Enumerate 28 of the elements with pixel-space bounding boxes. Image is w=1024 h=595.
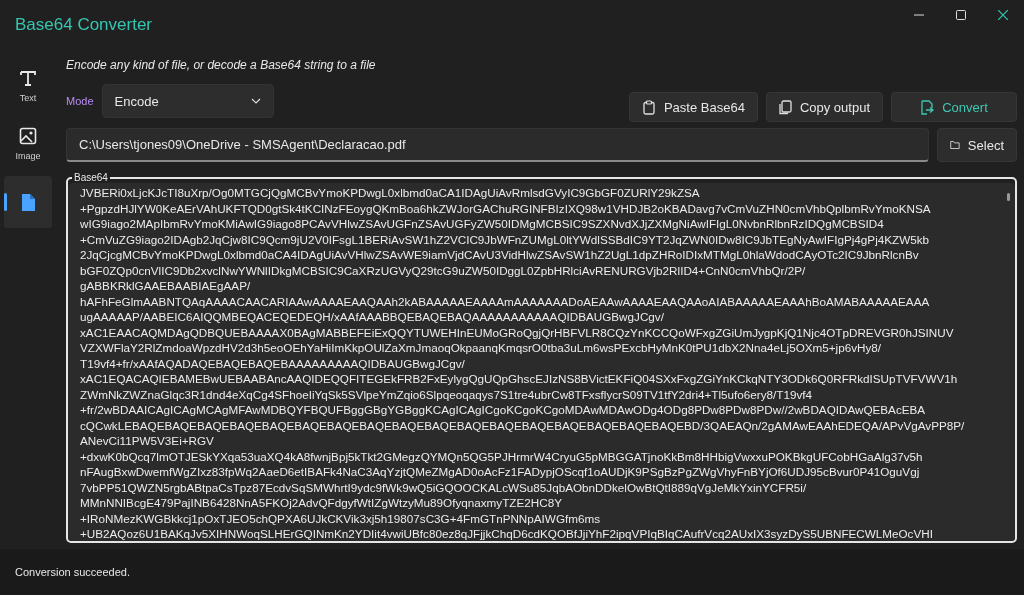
window-title: Base64 Converter bbox=[15, 15, 154, 35]
convert-icon bbox=[920, 99, 935, 115]
copy-button[interactable]: Copy output bbox=[765, 92, 883, 122]
maximize-icon[interactable] bbox=[956, 10, 966, 20]
chevron-icon bbox=[250, 98, 261, 104]
nav-item[interactable] bbox=[4, 176, 52, 228]
base64-output-field[interactable]: JVBERi0xLjcKJcTI8uXrp/Og0MTGCjQgMCBvYmoKPDwgL0xlbmd0aCA1IDAgUiAvRmlsdGVyIC9GbGF0ZURlY29kZSA +PgpzdHJlYW0KeAErVAhUKFTQD0gtSk4tKCINzFEoygQKmBoa6hkZWJorGAChuRGINFBIzIXQ98w1VHDJB2oKBADavg7vCmVuZHN0cmVhbQplbmRvYmoKNSA wIG9iago2MApIbmRvYmoKMiAwIG9iago8PCAvVHlwZSAvUGFnZSAvUGFyZW50IDMgMCBSIC9SZXNvdXJjZXMgNiAwIFIgL0NvbnRlbnRzIDQgMCBSID4 +CmVuZG9iago2IDAgb2JqCjw8IC9Qcm9jU2V0IFsgL1BERiAvSW1hZ2VCIC9JbWFnZUMgL0ltYWdlSSBdIC9YT2JqZWN0IDw8IC9JbTEgNyAwIFIgPj4gPj4KZW5kb 2JqCjcgMCBvYmoKPDwgL0xlbmd0aCA4IDAgUiAvVHlwZSAvWE9iamVjdCAvU3VidHlwZSAvSW1hZ2UgL1dpZHRoIDIxMTMgL0hlaWdodCAyOTc2IC9JbnRlcnBv bGF0ZQp0cnVlIC9Db2xvclNwYWNlIDkgMCBSIC9CaXRzUGVyQ29tcG9uZW50IDggL0ZpbHRlciAvRENURGVjb2RlID4+CnN0cmVhbQr/2P/ gABBKRklGAAEBAABIAEgAAP/ hAFhFeGlmAABNTQAqAAAACAACARIAAwAAAAEAAQAAh2kABAAAAAEAAAAmAAAAAAADoAEAAwAAAAEAAQAAoAIABAAAAAEAAAhBoAMABAAAAAEAAA ugAAAAAP/AABEIC6AIQQMBEQACEQEDEQH/xAAfAAABBQEBAQEBAQAAAAAAAAAAAQIDBAUGBwgJCgv/ xAC1EAACAQMDAgQDBQUEBAAAAX0BAgMABBEFEiExQQYTUWEHInEUMoGRoQgjQrHBFVLR8CQzYnKCCQoWFxgZGiUmJygpKjQ1Njc4OTpDREVGR0hJSINUV VZXWFlaY2RlZmdoaWpzdHV2d3h5eoOEhYaHiImKkpOUlZaXmJmaoqOkpaanqKmqsrO0tba3uLm6wsPExcbHyMnK0tPU1dbX2Nna4eLj5OXm5+jp6vHy8/ T19vf4+fr/xAAfAQADAQEBAQEBAQEBAAAAAAAAAQIDBAUGBwgJCgv/ xAC1EQACAQIEBAMEBwUEBAABAncAAQIDEQQFITEGEkFRB2FxEylygQgUQpGhscEJIzNS8BVictEKFiQ04SXxFxgZGiYnKCkqNTY3ODk6Q0RFRkdISUpTVFVWV1h ZWmNkZWZnaGlqc3R1dnd4eXqCg4SFhoeIiYqSk5SVlpeYmZqio6Slpqeoqaqys7S1tre4ubrCw8TFxsflycrS09TV1tfY2dri4+Tl5ufo6ery8/T19vf4 +fr/2wBDAAICAgICAgMCAgMFAwMDBQYFBQUFBggGBgYGBggKCAgICAgICgoKCgoKCgoMDAwMDAwODg4ODg8PDw8PDw8PDw//2wBDAQIDAwQEBAcEBA cQCwkLEBAQEBAQEBAQEBAQEBAQEBAQEBAQEBAQEBAQEBAQEBAQEBAQEBAQEBAQEBAQEBAQEBAQEBD/3QAEAQn/2gAMAwEAAhEDEQA/APvVgAvPP8P/ ANevCi11PW5V3Ei+RGV +dxwK0bQcq7lmOTJESkYXqa53uaXQ4kA8fwnjBpj5kTkt2GMegzQYMQn5QG5PJHrmrW4CryuG5pMBGGATjnoKkBm8HHbigVwxxuPOKBkgUFCobHGaAlg37v5h nFAugBxwDwemfWgZIxz83fpWq2AaeD6etIBAFk4NaC3AqYzjtQMeZMgAD0oAcFz1FADypjOScqf1oAUDjK9PSgBzPgZWgVhyFnBYjOf6UDJ95cBvur0P41OguVgj 7vbPP51QWZN5rgbABtpaCsTpz87EcdvSqSMWhrtI9ydc9fWk9wQ5iGQOOCKALcWSu85JqbAObnDDkelOwBtQtI889qVgJeMkYxinYCFR5i/ MMnNNIBcgE479PajINB6428NnA5FKOj2AdvQFdgyfWtIZgWtzyMu89OfyqnaxmyTZE2HC8Y +IRoNMezKWGBkkcj1pOxTJEO5chQPXA6UJkCKVik3xj5h19807sC3G+4FmGTnPNNpAIWGfm6ms +UB2AQoz6U1BAKqJv5XIHNWoqSLHErGQINmKn2YDIit4vwiUBfc80ez8qJFjjkChqD6cdKQOBfJjiYhF2ipqVPIqBIqCAufrVcq2AUxIX3syzDyS5UBNFECWLMeOcVHI bbox=[68, 183, 1015, 541]
status-message: Conversion succeeded. bbox=[0, 549, 1024, 595]
select-button[interactable]: Select bbox=[937, 128, 1017, 162]
mode-label: Mode bbox=[66, 95, 94, 107]
scrollbar-thumb[interactable] bbox=[1007, 193, 1010, 201]
image-icon bbox=[19, 127, 37, 145]
nav-item[interactable]: Image bbox=[4, 118, 52, 170]
convert-button[interactable]: Convert bbox=[891, 92, 1017, 122]
close-icon[interactable] bbox=[998, 10, 1008, 20]
nav-label: Text bbox=[19, 93, 37, 103]
mode-dropdown[interactable]: Encode bbox=[101, 84, 274, 118]
paste-button[interactable]: Paste Base64 bbox=[628, 92, 758, 122]
text-icon bbox=[19, 69, 37, 87]
copy-icon bbox=[778, 99, 792, 115]
subtitle: Encode any kind of file, or decode a Base64 string to a file bbox=[66, 58, 377, 72]
folder-icon bbox=[950, 139, 960, 151]
file-path-field[interactable]: C:\Users\tjones09\OneDrive - SMSAgent\Declaracao.pdf bbox=[66, 128, 929, 162]
output-label: Base64 bbox=[73, 174, 109, 183]
nav-item[interactable]: Text bbox=[4, 60, 52, 112]
nav-label: Image bbox=[15, 151, 41, 161]
clipboard-icon bbox=[641, 99, 656, 115]
document-icon bbox=[20, 192, 36, 212]
